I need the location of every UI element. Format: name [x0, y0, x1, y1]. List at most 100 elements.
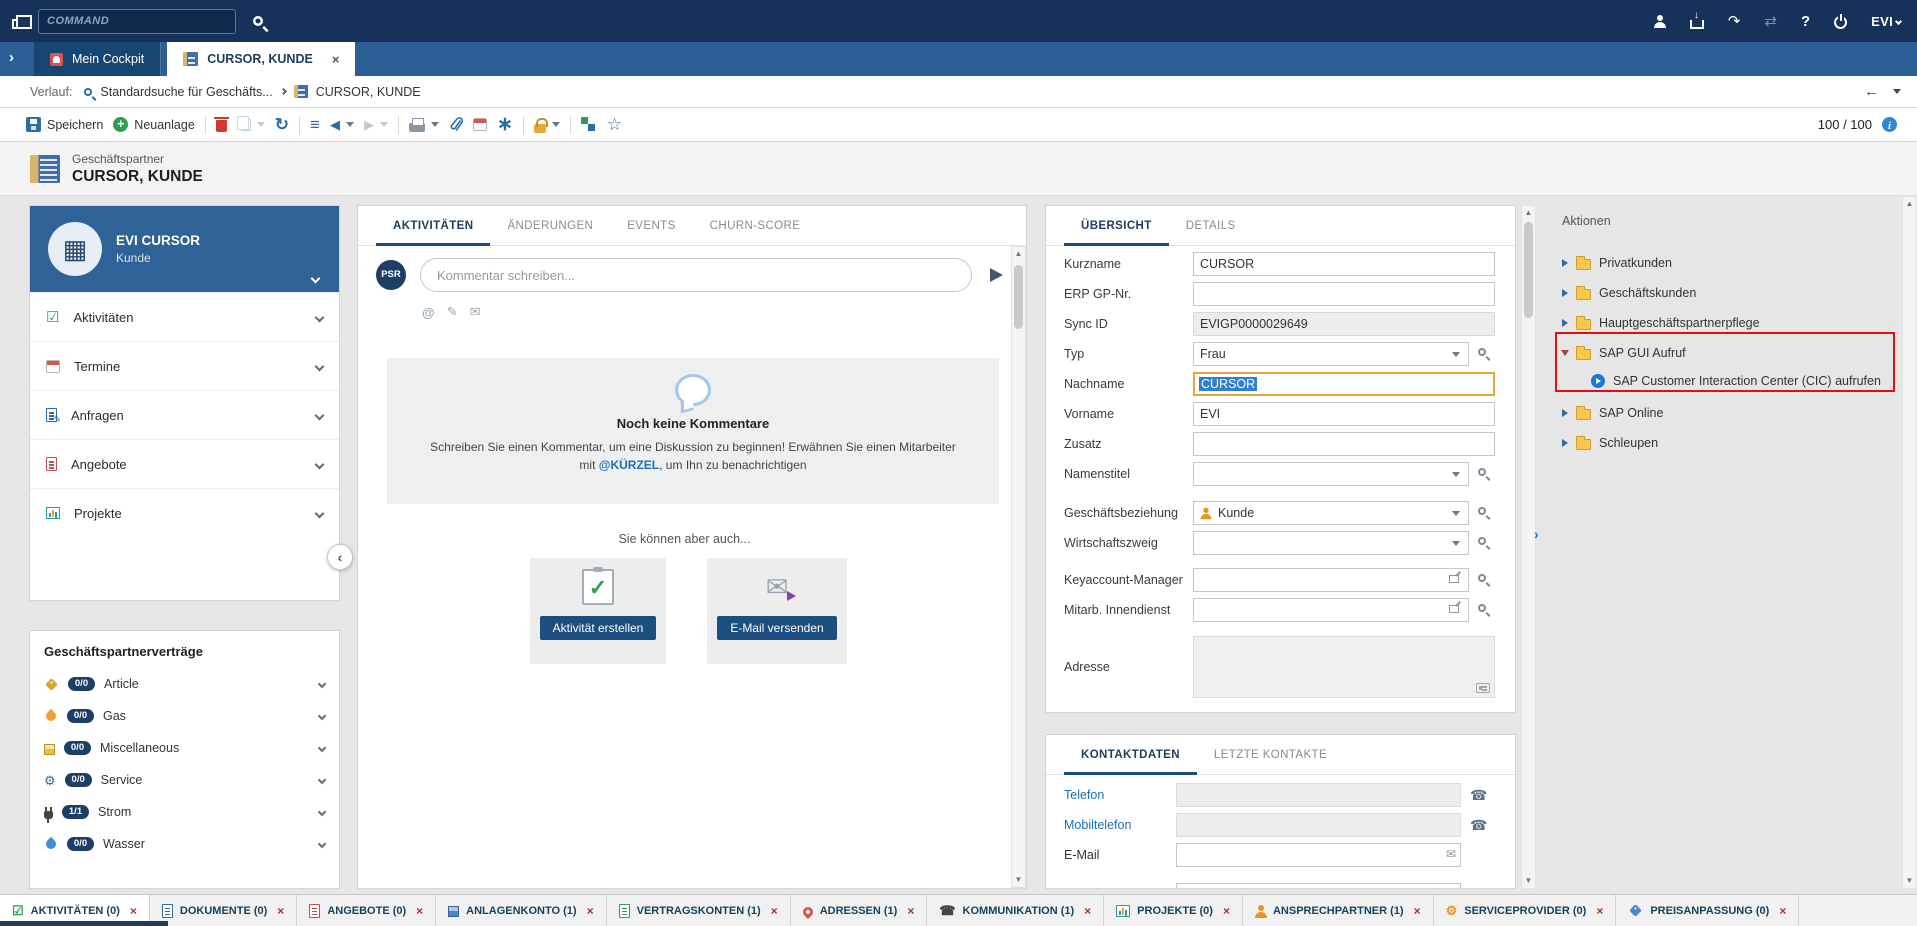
tab-letzte-kontakte[interactable]: LETZTE KONTAKTE: [1197, 735, 1344, 774]
chevron-down-icon[interactable]: [1452, 352, 1460, 357]
namenstitel-input[interactable]: [1193, 462, 1469, 486]
lock-button[interactable]: [534, 117, 560, 133]
sidebar-collapse-button[interactable]: ‹: [327, 544, 353, 570]
bottom-tab-anlagenkonto[interactable]: ANLAGENKONTO (1) ×: [436, 895, 606, 926]
redo-icon[interactable]: ↷: [1728, 14, 1741, 29]
page-scrollbar[interactable]: ▲ ▼: [1902, 196, 1917, 889]
breadcrumb-current-item[interactable]: CURSOR, KUNDE: [316, 85, 421, 99]
close-icon[interactable]: ×: [907, 904, 914, 918]
sidebar-item-angebote[interactable]: Angebote: [30, 439, 339, 488]
erp-gp-nr-input[interactable]: [1193, 282, 1495, 306]
close-icon[interactable]: ×: [1779, 904, 1786, 918]
contract-item-strom[interactable]: 1/1 Strom: [30, 796, 339, 828]
close-icon[interactable]: ×: [1414, 904, 1421, 918]
action-folder-schleupen[interactable]: Schleupen: [1562, 432, 1658, 454]
sidebar-item-anfragen[interactable]: Anfragen: [30, 390, 339, 439]
scroll-up-icon[interactable]: ▲: [1012, 247, 1025, 261]
attachment-icon[interactable]: [449, 117, 463, 133]
scrollbar-thumb[interactable]: [1014, 265, 1023, 329]
delete-icon[interactable]: [216, 120, 227, 132]
wirtschaftszweig-input[interactable]: [1193, 531, 1469, 555]
tab-events[interactable]: EVENTS: [610, 206, 692, 245]
send-email-button[interactable]: E-Mail versenden: [717, 616, 836, 640]
scroll-down-icon[interactable]: ▼: [1012, 873, 1025, 887]
history-dropdown-icon[interactable]: [1893, 89, 1901, 94]
scroll-up-icon[interactable]: ▲: [1522, 206, 1535, 220]
send-comment-icon[interactable]: [990, 268, 1003, 282]
tab-kontaktdaten[interactable]: KONTAKTDATEN: [1064, 735, 1197, 774]
sidebar-item-aktivitaeten[interactable]: ☑ Aktivitäten: [30, 292, 339, 341]
info-icon[interactable]: [1882, 117, 1897, 132]
list-menu-icon[interactable]: ≡: [310, 116, 320, 133]
current-user[interactable]: EVI: [1871, 14, 1901, 29]
close-icon[interactable]: ×: [130, 904, 137, 918]
expand-icon[interactable]: [1562, 289, 1568, 297]
navigate-forward-button[interactable]: ▶: [364, 118, 388, 131]
contract-item-service[interactable]: ⚙ 0/0 Service: [30, 764, 339, 796]
scroll-down-icon[interactable]: ▼: [1903, 874, 1916, 888]
bottom-tab-ansprechpartner[interactable]: ANSPRECHPARTNER (1) ×: [1243, 895, 1434, 926]
mobiltelefon-input[interactable]: [1176, 813, 1461, 837]
expand-icon[interactable]: [1562, 259, 1568, 267]
navigate-back-button[interactable]: ◀: [330, 118, 354, 131]
expand-actions-icon[interactable]: ›: [1534, 526, 1539, 542]
history-back-icon[interactable]: ←: [1864, 84, 1879, 99]
phone-icon[interactable]: ☎: [1470, 788, 1487, 802]
search-icon[interactable]: [1478, 574, 1486, 582]
scroll-down-icon[interactable]: ▼: [1522, 874, 1535, 888]
action-folder-sap-online[interactable]: SAP Online: [1562, 402, 1663, 424]
search-icon[interactable]: [253, 16, 263, 26]
vorname-input[interactable]: [1193, 402, 1495, 426]
collapse-icon[interactable]: [1561, 350, 1569, 356]
telefon-input[interactable]: [1176, 783, 1461, 807]
task-icon[interactable]: ✎: [447, 304, 458, 320]
bottom-tab-angebote[interactable]: ANGEBOTE (0) ×: [297, 895, 436, 926]
bottom-tab-preisanpassung[interactable]: PREISANPASSUNG (0) ×: [1616, 895, 1799, 926]
favorite-icon[interactable]: ☆: [607, 116, 622, 133]
merge-icon[interactable]: ∗: [497, 115, 513, 134]
tab-uebersicht[interactable]: ÜBERSICHT: [1064, 206, 1169, 245]
geschaeftsbeziehung-input[interactable]: [1193, 501, 1469, 525]
expand-icon[interactable]: [1562, 409, 1568, 417]
close-icon[interactable]: ×: [1596, 904, 1603, 918]
mitarb-innendienst-input[interactable]: [1193, 598, 1469, 622]
scroll-up-icon[interactable]: ▲: [1903, 197, 1916, 211]
chevron-down-icon[interactable]: [1452, 541, 1460, 546]
refresh-icon[interactable]: ↻: [275, 116, 289, 133]
email-icon[interactable]: ✉: [470, 304, 481, 320]
activity-scrollbar[interactable]: ▲ ▼: [1011, 246, 1026, 888]
close-icon[interactable]: ×: [277, 904, 284, 918]
tab-aenderungen[interactable]: ÄNDERUNGEN: [490, 206, 610, 245]
search-icon[interactable]: [1478, 604, 1486, 612]
zusatz-input[interactable]: [1193, 432, 1495, 456]
nachname-input[interactable]: CURSOR: [1193, 372, 1495, 396]
partner-card[interactable]: ▦ EVI CURSOR Kunde: [30, 206, 339, 292]
kurzname-input[interactable]: [1193, 252, 1495, 276]
action-sap-cic-aufrufen[interactable]: SAP Customer Interaction Center (CIC) au…: [1591, 370, 1881, 392]
chevron-down-icon[interactable]: [311, 274, 321, 284]
keyaccount-manager-input[interactable]: [1193, 568, 1469, 592]
nav-expand-icon[interactable]: ›: [9, 49, 14, 66]
bottom-tab-kommunikation[interactable]: ☎ KOMMUNIKATION (1) ×: [927, 895, 1104, 926]
user-icon[interactable]: [1654, 15, 1666, 27]
action-folder-sap-gui-aufruf[interactable]: SAP GUI Aufruf: [1562, 342, 1686, 364]
create-activity-button[interactable]: Aktivität erstellen: [540, 616, 657, 640]
scrollbar-thumb[interactable]: [1524, 222, 1533, 318]
close-icon[interactable]: ×: [771, 904, 778, 918]
bottom-tab-dokumente[interactable]: DOKUMENTE (0) ×: [150, 895, 297, 926]
contract-item-article[interactable]: 0/0 Article: [30, 668, 339, 700]
email-input[interactable]: [1176, 843, 1461, 867]
adresse-field[interactable]: [1193, 636, 1495, 698]
action-folder-geschaeftskunden[interactable]: Geschäftskunden: [1562, 282, 1696, 304]
close-icon[interactable]: ×: [332, 52, 340, 67]
expand-icon[interactable]: [1562, 319, 1568, 327]
bottom-tab-adressen[interactable]: ADRESSEN (1) ×: [791, 895, 928, 926]
power-icon[interactable]: [1834, 16, 1847, 29]
chevron-down-icon[interactable]: [1452, 472, 1460, 477]
search-icon[interactable]: [1478, 537, 1486, 545]
new-record-button[interactable]: Neuanlage: [113, 117, 194, 132]
bottom-tab-serviceprovider[interactable]: ⚙ SERVICEPROVIDER (0) ×: [1434, 895, 1617, 926]
print-button[interactable]: [409, 117, 439, 132]
contract-item-wasser[interactable]: 0/0 Wasser: [30, 828, 339, 860]
help-icon[interactable]: ?: [1801, 14, 1810, 29]
